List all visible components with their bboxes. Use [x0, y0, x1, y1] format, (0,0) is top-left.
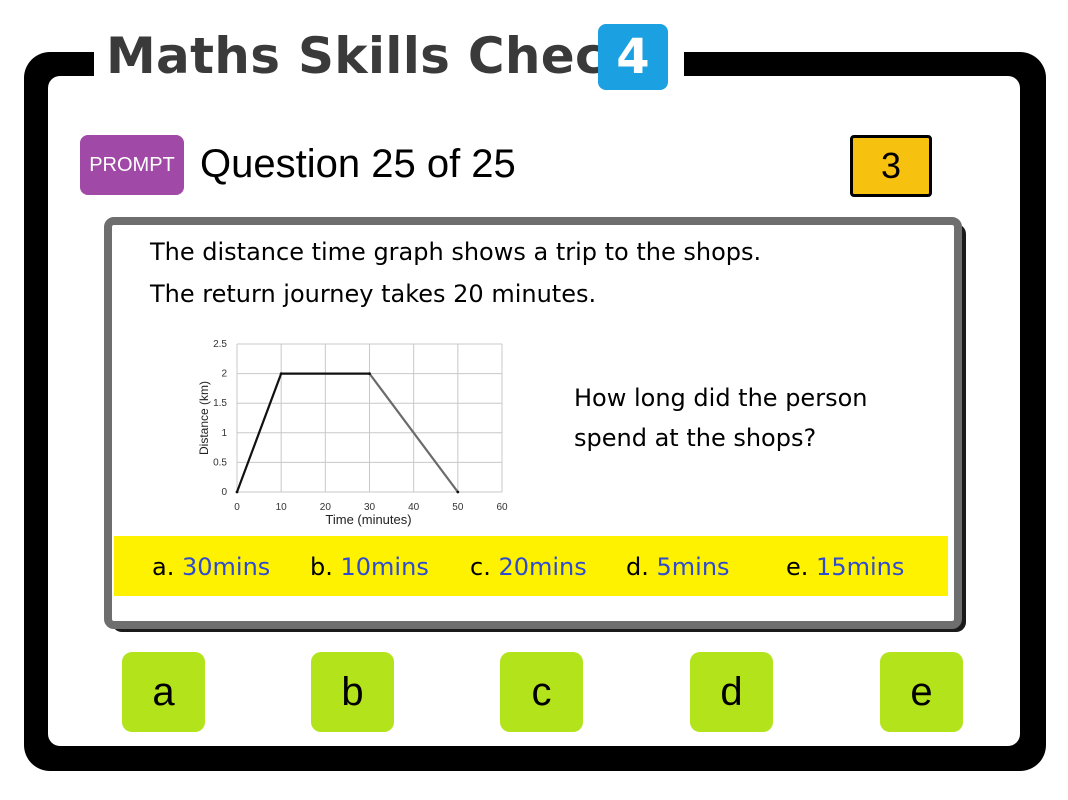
y-tick-label: 0.5 [213, 457, 227, 468]
answer-button-a[interactable]: a [122, 652, 205, 732]
option-value: 15mins [816, 553, 905, 581]
page-title: Maths Skills Check [106, 27, 639, 85]
option-letter: c. [470, 553, 491, 581]
question-ask-line-2: spend at the shops? [574, 424, 817, 452]
question-counter: Question 25 of 25 [200, 142, 516, 186]
x-tick-label: 10 [276, 502, 288, 513]
level-badge: 4 [598, 24, 668, 90]
x-tick-label: 0 [234, 502, 240, 513]
question-text-line-2: The return journey takes 20 minutes. [150, 280, 597, 308]
option-letter: d. [626, 553, 649, 581]
option-letter: a. [152, 553, 175, 581]
answer-button-c[interactable]: c [500, 652, 583, 732]
question-ask-line-1: How long did the person [574, 384, 868, 412]
series-point [279, 372, 283, 375]
option-d[interactable]: d. 5mins [626, 550, 730, 584]
answer-button-d[interactable]: d [690, 652, 773, 732]
x-tick-label: 60 [496, 502, 508, 513]
option-value: 10mins [340, 553, 429, 581]
series-point [456, 490, 460, 494]
option-c[interactable]: c. 20mins [470, 550, 587, 584]
distance-time-graph: 0 10 20 30 40 50 6000.511.522.5Time (minutes)D… [197, 339, 508, 527]
series-point [368, 372, 371, 375]
y-axis-label: Distance (km) [197, 381, 211, 455]
y-tick-label: 2.5 [213, 339, 227, 350]
y-tick-label: 1 [221, 428, 227, 439]
series-point [235, 490, 239, 494]
option-value: 5mins [656, 553, 730, 581]
answer-button-b[interactable]: b [311, 652, 394, 732]
x-axis-label: Time (minutes) [325, 512, 411, 527]
y-tick-label: 2 [221, 369, 227, 380]
x-tick-label: 50 [452, 502, 464, 513]
option-a[interactable]: a. 30mins [152, 550, 270, 584]
prompt-button[interactable]: PROMPT [80, 135, 184, 195]
option-value: 20mins [498, 553, 587, 581]
y-tick-label: 1.5 [213, 398, 227, 409]
score-badge: 3 [850, 135, 932, 197]
option-letter: b. [310, 553, 333, 581]
y-tick-label: 0 [221, 487, 227, 498]
option-b[interactable]: b. 10mins [310, 550, 429, 584]
option-e[interactable]: e. 15mins [786, 550, 904, 584]
option-value: 30mins [181, 553, 271, 581]
question-text-line-1: The distance time graph shows a trip to … [150, 238, 762, 266]
answer-button-e[interactable]: e [880, 652, 963, 732]
option-letter: e. [786, 553, 809, 581]
